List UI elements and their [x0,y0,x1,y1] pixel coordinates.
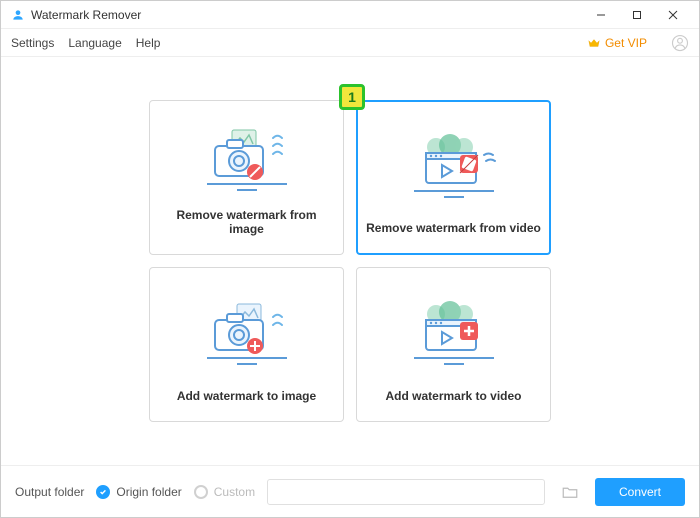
action-grid: 1 Remove watermark from i [149,100,551,422]
camera-add-icon [158,278,335,383]
menu-language[interactable]: Language [68,36,121,50]
card-label: Remove watermark from video [366,221,541,235]
radio-origin-folder[interactable]: Origin folder [96,485,181,499]
menu-bar: Settings Language Help Get VIP [1,29,699,57]
film-remove-icon [366,112,541,215]
bottom-bar: Output folder Origin folder Custom Conve… [1,465,699,517]
card-label: Add watermark to image [177,389,316,403]
window-controls [583,1,691,29]
menu-settings[interactable]: Settings [11,36,54,50]
convert-button[interactable]: Convert [595,478,685,506]
minimize-button[interactable] [583,1,619,29]
get-vip-label: Get VIP [605,36,647,50]
step-callout-1: 1 [339,84,365,110]
radio-checked-icon [96,485,110,499]
maximize-button[interactable] [619,1,655,29]
crown-icon [587,36,601,50]
card-remove-watermark-video[interactable]: Remove watermark from video [356,100,551,255]
camera-remove-icon [158,111,335,202]
menu-help[interactable]: Help [136,36,161,50]
card-remove-watermark-image[interactable]: Remove watermark from image [149,100,344,255]
browse-folder-button[interactable] [557,479,583,505]
radio-custom-folder[interactable]: Custom [194,485,255,499]
card-label: Add watermark to video [385,389,521,403]
film-add-icon [365,278,542,383]
get-vip-button[interactable]: Get VIP [587,36,647,50]
card-add-watermark-image[interactable]: Add watermark to image [149,267,344,422]
title-bar: Watermark Remover [1,1,699,29]
main-area: 1 Remove watermark from i [1,57,699,465]
user-avatar-icon[interactable] [671,34,689,52]
app-icon [11,8,25,22]
origin-folder-label: Origin folder [116,485,181,499]
output-folder-label: Output folder [15,485,84,499]
output-path-input[interactable] [267,479,545,505]
card-label: Remove watermark from image [158,208,335,236]
step-callout-label: 1 [348,89,356,105]
radio-unchecked-icon [194,485,208,499]
custom-folder-label: Custom [214,485,255,499]
close-button[interactable] [655,1,691,29]
app-title: Watermark Remover [31,8,141,22]
card-add-watermark-video[interactable]: Add watermark to video [356,267,551,422]
